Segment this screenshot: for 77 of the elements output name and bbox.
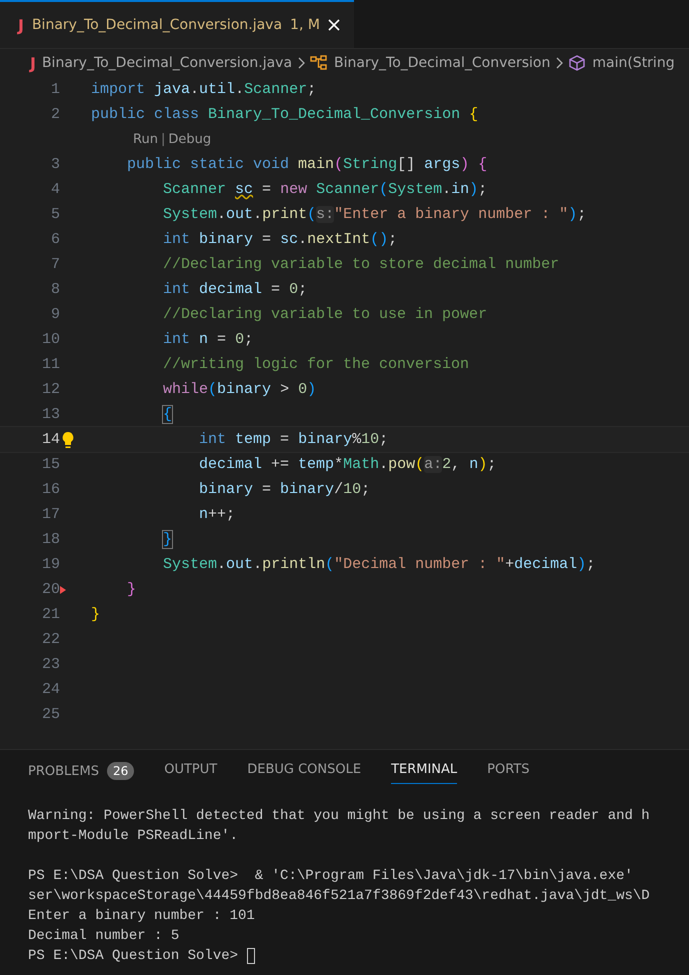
lightbulb-icon[interactable]: [60, 431, 76, 449]
code-line: int binary = sc.nextInt();: [162, 231, 398, 248]
line-number: 23: [40, 656, 60, 673]
count-badge: 26: [106, 762, 134, 780]
separator: |: [160, 132, 166, 147]
file-status: 1, M: [290, 17, 320, 33]
line-number: 15: [40, 456, 60, 473]
line-number: 17: [40, 506, 60, 523]
line-number: 2: [50, 106, 60, 123]
cube-icon: [568, 55, 586, 71]
breadcrumb-item[interactable]: main(String: [592, 55, 675, 71]
line-number: 24: [40, 681, 60, 698]
code-line: decimal += temp*Math.pow(a:2, n);: [198, 456, 496, 473]
chevron-icon: [554, 57, 564, 69]
code-line: }: [91, 606, 100, 623]
code-line: binary = binary/10;: [198, 481, 370, 498]
line-number: 6: [50, 231, 60, 248]
terminal-cursor: [247, 948, 256, 964]
line-number: 5: [50, 206, 60, 223]
line-number: 20: [40, 581, 60, 598]
line-number: 21: [40, 606, 60, 623]
code-line: public static void main(String[] args) {: [126, 156, 488, 173]
breadcrumb-item[interactable]: Binary_To_Decimal_Conversion: [334, 55, 550, 71]
line-number: 1: [50, 81, 60, 98]
line-number: 25: [40, 706, 60, 723]
code-line: //Declaring variable to store decimal number: [162, 256, 560, 273]
code-line: int n = 0;: [162, 331, 254, 348]
line-number: 13: [40, 406, 60, 423]
code-line: int temp = binary%10;: [198, 431, 388, 448]
panel-tab[interactable]: DEBUG CONSOLE: [247, 762, 362, 784]
line-number: 11: [40, 356, 60, 373]
code-line: //Declaring variable to use in power: [162, 306, 488, 323]
close-icon[interactable]: [328, 19, 340, 31]
terminal-line: PS E:\DSA Question Solve> & 'C:\Program Files\Java\jdk-17\bin\java.exe': [28, 868, 633, 884]
breadcrumb-item[interactable]: Binary_To_Decimal_Conversion.java: [42, 55, 292, 71]
line-number: 3: [50, 156, 60, 173]
code-line: int decimal = 0;: [162, 281, 308, 298]
java-file-icon: J: [18, 16, 24, 34]
terminal-line: PS E:\DSA Question Solve>: [28, 947, 238, 966]
line-number: 4: [50, 181, 60, 198]
line-number: 14: [40, 431, 60, 448]
line-number: 10: [40, 331, 60, 348]
line-number: 9: [50, 306, 60, 323]
code-line: import java.util.Scanner;: [91, 81, 316, 98]
java-file-icon: J: [30, 54, 36, 72]
terminal-line: Warning: PowerShell detected that you might be using a screen reader and h: [28, 808, 650, 824]
class-icon: [310, 55, 328, 71]
panel-tab[interactable]: PORTS: [487, 762, 530, 784]
editor-tab[interactable]: J Binary_To_Decimal_Conversion.java 1, M: [0, 0, 354, 48]
code-line: Scanner sc = new Scanner(System.in);: [162, 181, 488, 198]
panel-tab[interactable]: OUTPUT: [164, 762, 218, 784]
code-line: n++;: [198, 506, 236, 523]
tab-title: Binary_To_Decimal_Conversion.java: [32, 17, 282, 33]
codelens-link[interactable]: Debug: [168, 132, 212, 147]
line-number: 22: [40, 631, 60, 648]
chevron-icon: [296, 57, 306, 69]
terminal-line: ser\workspaceStorage\44459fbd8ea846f521a7f3869f2def43\redhat.java\jdt_ws\D: [28, 888, 650, 904]
line-number: 8: [50, 281, 60, 298]
terminal-line: Enter a binary number : 101: [28, 908, 255, 924]
line-number: 18: [40, 531, 60, 548]
line-number: 19: [40, 556, 60, 573]
code-line: }: [162, 531, 172, 548]
code-line: }: [126, 581, 136, 598]
line-number: 16: [40, 481, 60, 498]
terminal-line: mport-Module PSReadLine'.: [28, 828, 238, 844]
code-line: public class Binary_To_Decimal_Conversion {: [91, 106, 478, 123]
code-line: //writing logic for the conversion: [162, 356, 470, 373]
panel-tab[interactable]: PROBLEMS 26: [28, 762, 134, 787]
code-line: System.out.print(s:"Enter a binary number : ");: [162, 206, 586, 223]
panel-tab[interactable]: TERMINAL: [391, 762, 458, 784]
line-number: 7: [50, 256, 60, 273]
terminal-line: Decimal number : 5: [28, 928, 180, 944]
line-number: 12: [40, 381, 60, 398]
codelens-link[interactable]: Run: [133, 132, 158, 147]
code-line: System.out.println("Decimal number : "+decimal);: [162, 556, 596, 573]
code-line: while(binary > 0): [162, 381, 316, 398]
code-line: {: [162, 406, 172, 423]
